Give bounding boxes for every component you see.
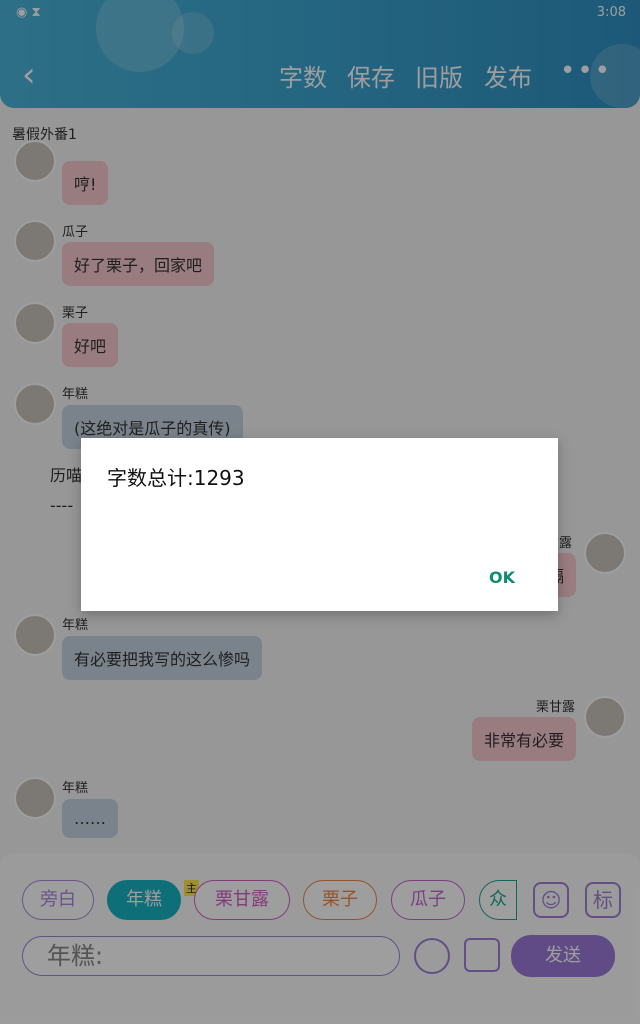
- dialog-title: 字数总计:1293: [107, 466, 245, 490]
- ok-button[interactable]: OK: [489, 568, 515, 587]
- word-count-dialog: 字数总计:1293 OK: [81, 438, 558, 611]
